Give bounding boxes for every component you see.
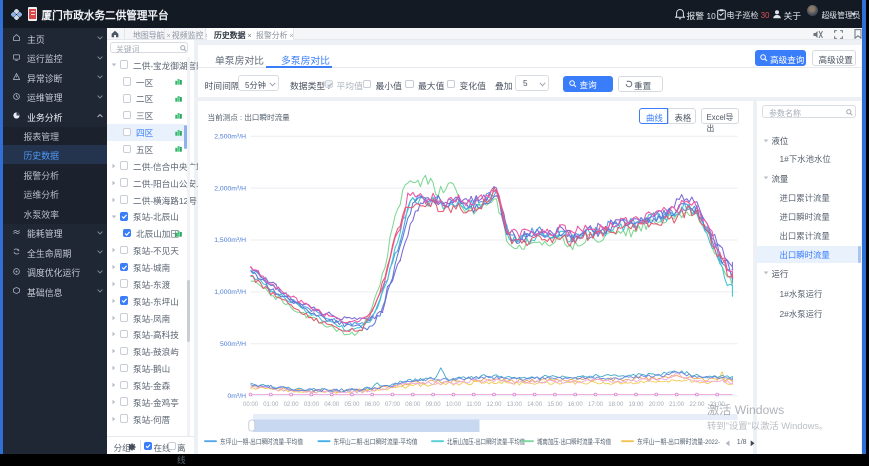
svg-text:1,000m³/H: 1,000m³/H — [214, 289, 246, 296]
svg-text:17:00: 17:00 — [587, 402, 603, 408]
svg-text:12:00: 12:00 — [486, 402, 502, 408]
svg-text:东坪山一期-出口瞬时流量-2022-: 东坪山一期-出口瞬时流量-2022- — [637, 437, 720, 446]
svg-text:城南加压-出口瞬时流量-平均值: 城南加压-出口瞬时流量-平均值 — [537, 437, 611, 446]
svg-text:03:00: 03:00 — [303, 402, 319, 408]
svg-text:16:00: 16:00 — [567, 402, 583, 408]
svg-text:1/8: 1/8 — [736, 439, 746, 446]
svg-text:18:00: 18:00 — [608, 402, 624, 408]
svg-text:06:00: 06:00 — [364, 402, 380, 408]
svg-text:05:00: 05:00 — [344, 402, 360, 408]
svg-text:1,500m³/H: 1,500m³/H — [214, 237, 246, 244]
svg-text:04:00: 04:00 — [324, 402, 340, 408]
svg-text:2,000m³/H: 2,000m³/H — [214, 185, 246, 192]
svg-text:19:00: 19:00 — [628, 402, 644, 408]
svg-text:0m³/H: 0m³/H — [227, 393, 246, 400]
svg-text:北辰山加压-出口瞬时流量-平均值: 北辰山加压-出口瞬时流量-平均值 — [447, 437, 525, 446]
svg-text:东坪山一期-出口瞬时流量-平均值: 东坪山一期-出口瞬时流量-平均值 — [220, 437, 303, 446]
svg-text:13:00: 13:00 — [506, 402, 522, 408]
svg-text:02:00: 02:00 — [283, 402, 299, 408]
svg-text:14:00: 14:00 — [527, 402, 543, 408]
svg-text:15:00: 15:00 — [547, 402, 563, 408]
svg-text:10:00: 10:00 — [445, 402, 461, 408]
svg-text:2,500m³/H: 2,500m³/H — [214, 133, 246, 140]
svg-text:07:00: 07:00 — [384, 402, 400, 408]
svg-text:东坪山二期-出口瞬时流量-平均值: 东坪山二期-出口瞬时流量-平均值 — [333, 437, 417, 446]
svg-text:22:00: 22:00 — [689, 402, 705, 408]
svg-text:21:00: 21:00 — [669, 402, 685, 408]
svg-text:08:00: 08:00 — [405, 402, 421, 408]
svg-text:09:00: 09:00 — [425, 402, 441, 408]
svg-text:00:00: 00:00 — [242, 402, 258, 408]
svg-text:500m³/H: 500m³/H — [219, 341, 245, 348]
svg-text:20:00: 20:00 — [648, 402, 664, 408]
svg-text:11:00: 11:00 — [466, 402, 481, 408]
svg-text:01:00: 01:00 — [263, 402, 279, 408]
